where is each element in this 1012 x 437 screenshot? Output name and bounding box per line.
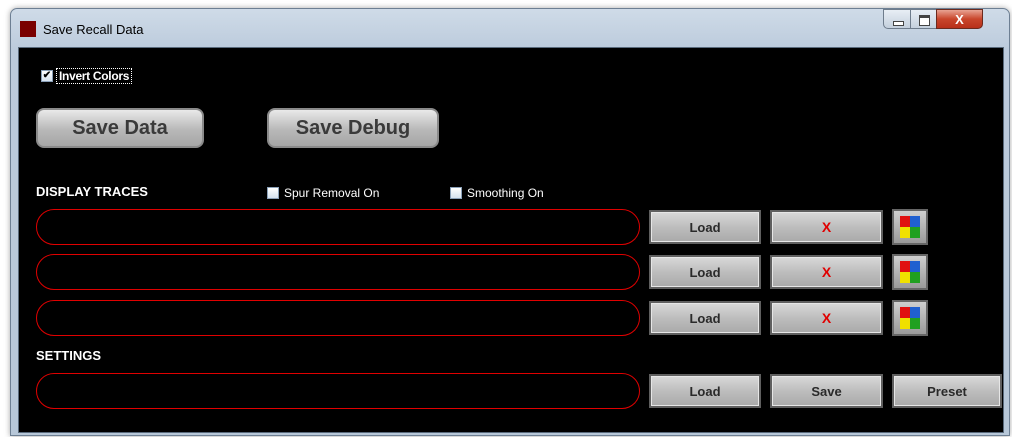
trace-2-color-button[interactable] [892,254,928,290]
color-swatch-yellow [900,272,910,283]
settings-title: SETTINGS [36,348,102,363]
color-swatch-yellow [900,227,910,238]
close-icon: X [955,12,964,27]
maximize-button[interactable] [910,9,937,29]
color-swatch-green [910,272,920,283]
app-logo-icon [20,21,36,37]
save-data-button[interactable]: Save Data [36,108,204,148]
trace-3-clear-button[interactable]: X [770,301,883,335]
trace-1-clear-button[interactable]: X [770,210,883,244]
minimize-icon [893,21,904,26]
save-recall-window: Save Recall Data X ✔ Invert Colors Save … [10,8,1010,436]
minimize-button[interactable] [883,9,911,29]
trace-1-load-button[interactable]: Load [649,210,761,244]
settings-save-button[interactable]: Save [770,374,883,408]
color-swatch-green [910,227,920,238]
trace-1-color-button[interactable] [892,209,928,245]
trace-3-field[interactable] [36,300,640,336]
trace-2-field[interactable] [36,254,640,290]
window-title: Save Recall Data [43,22,144,37]
color-swatch-red [900,307,910,318]
color-swatch-red [900,261,910,272]
smoothing-checkbox[interactable] [450,187,462,199]
trace-3-color-button[interactable] [892,300,928,336]
color-swatch-green [910,318,920,329]
client-area: ✔ Invert Colors Save Data Save Debug DIS… [18,47,1004,433]
invert-colors-checkbox[interactable]: ✔ [41,70,53,82]
spur-removal-option[interactable]: Spur Removal On [267,186,379,200]
smoothing-option[interactable]: Smoothing On [450,186,544,200]
color-swatch-blue [910,261,920,272]
trace-2-clear-button[interactable]: X [770,255,883,289]
color-swatch-yellow [900,318,910,329]
invert-colors-option[interactable]: ✔ Invert Colors [41,68,133,84]
trace-1-field[interactable] [36,209,640,245]
smoothing-label[interactable]: Smoothing On [467,186,544,200]
save-debug-button[interactable]: Save Debug [267,108,439,148]
spur-removal-label[interactable]: Spur Removal On [284,186,379,200]
trace-3-load-button[interactable]: Load [649,301,761,335]
color-swatch-blue [910,216,920,227]
spur-removal-checkbox[interactable] [267,187,279,199]
maximize-icon [919,15,930,26]
display-traces-title: DISPLAY TRACES [36,184,148,199]
settings-load-button[interactable]: Load [649,374,761,408]
color-swatch-blue [910,307,920,318]
invert-colors-label[interactable]: Invert Colors [56,68,133,84]
settings-preset-button[interactable]: Preset [892,374,1002,408]
color-swatch-red [900,216,910,227]
settings-field[interactable] [36,373,640,409]
trace-2-load-button[interactable]: Load [649,255,761,289]
title-bar[interactable]: Save Recall Data X [11,9,1009,47]
close-button[interactable]: X [936,9,983,29]
